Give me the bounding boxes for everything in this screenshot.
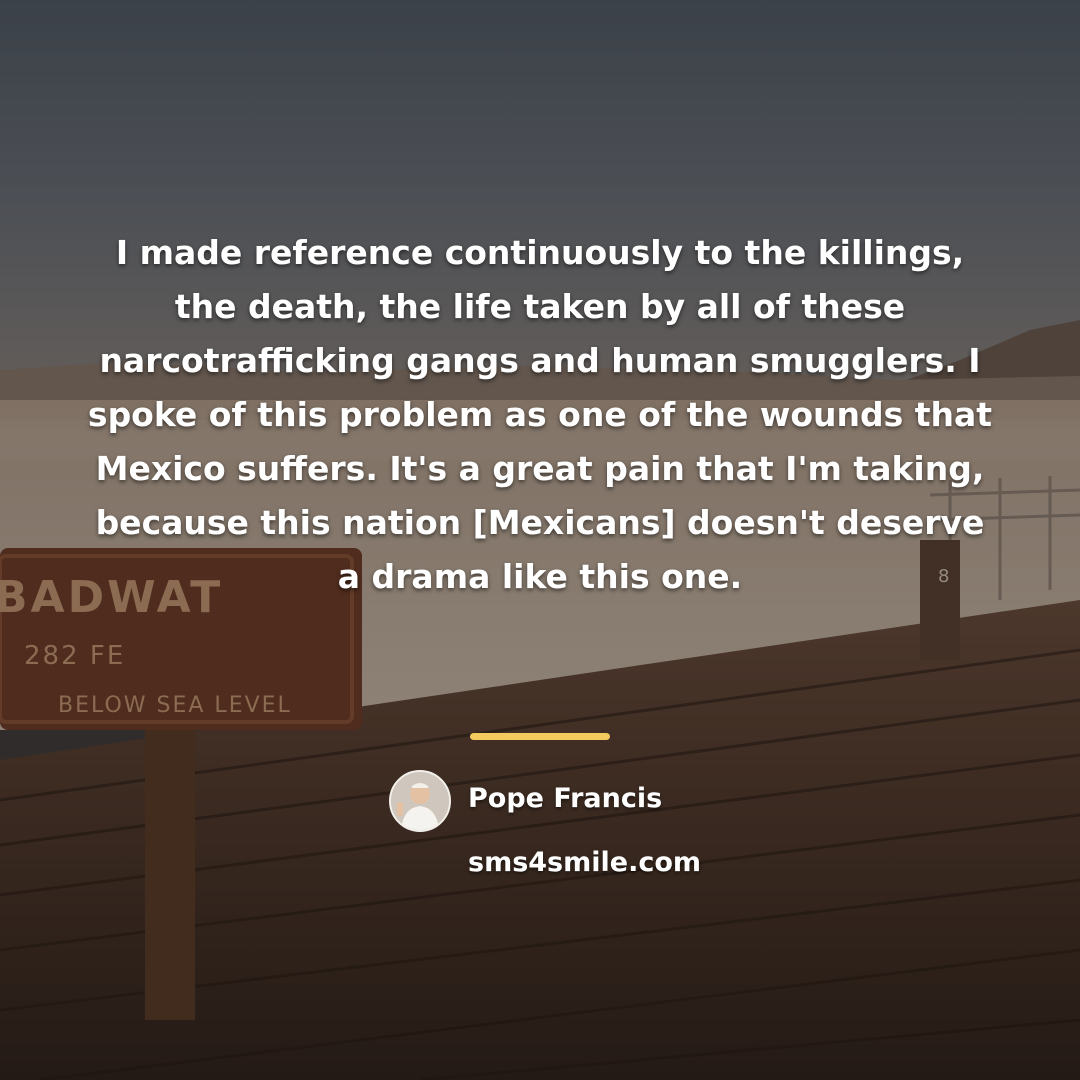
person-portrait-icon	[391, 772, 449, 830]
quote-text: I made reference continuously to the kil…	[87, 233, 993, 596]
author-avatar	[389, 770, 451, 832]
accent-divider	[470, 733, 610, 740]
author-name: Pope Francis	[468, 783, 663, 814]
quote-card: BADWAT 282 FE BELOW SEA LEVEL 8 I made r…	[0, 0, 1080, 1080]
site-watermark[interactable]: sms4smile.com	[468, 845, 701, 881]
